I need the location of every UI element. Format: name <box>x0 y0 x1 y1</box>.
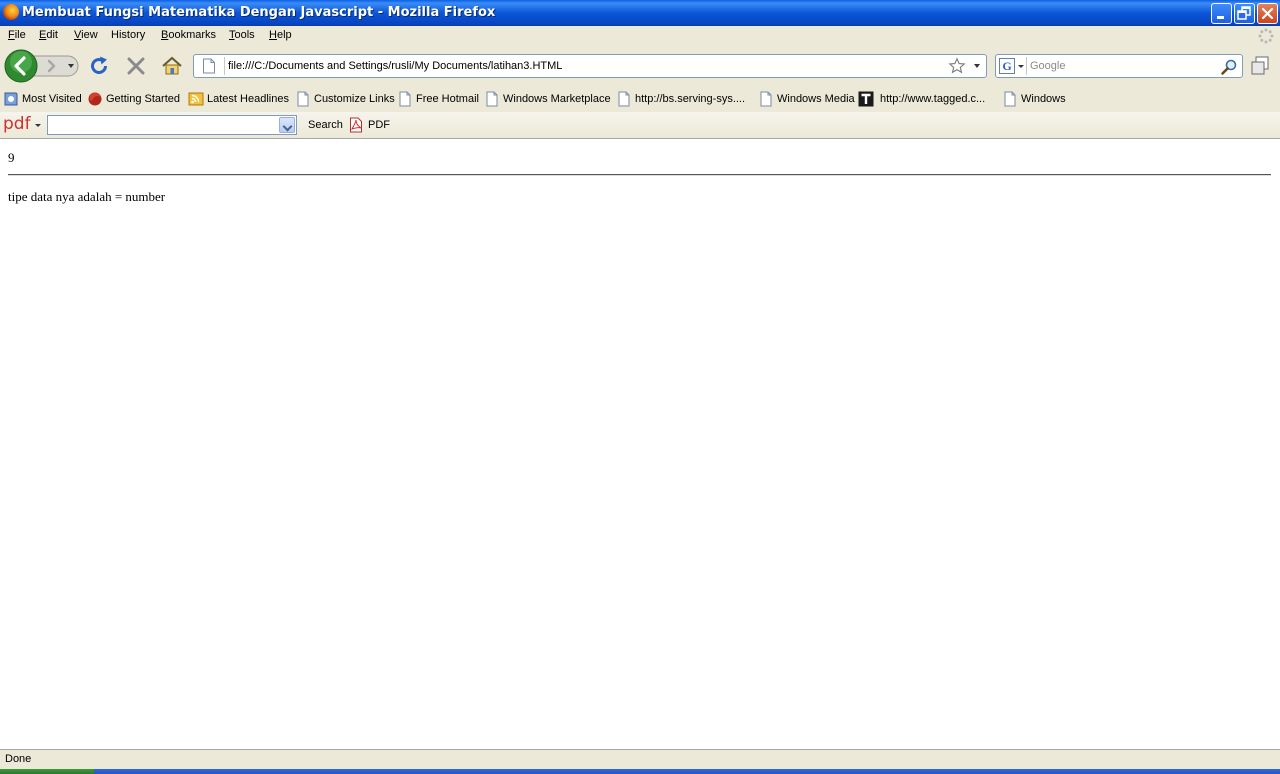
page-content: 9 tipe data nya adalah = number <box>0 139 1280 749</box>
back-button[interactable] <box>4 49 38 83</box>
menu-view[interactable]: View <box>74 29 98 41</box>
pdf-search-input[interactable] <box>51 118 277 132</box>
restore-icon <box>1237 6 1251 20</box>
bookmark-serving-sys[interactable]: http://bs.serving-sys.... <box>616 91 754 107</box>
menu-history-label: istory <box>118 29 146 41</box>
menu-history-first: H <box>111 29 119 41</box>
status-bar: Done <box>0 749 1280 769</box>
combo-dropdown-icon[interactable] <box>279 117 295 133</box>
menu-bookmarks-label: ookmarks <box>168 29 217 41</box>
bookmark-star-icon[interactable] <box>948 57 966 75</box>
taskbar <box>0 769 1280 774</box>
status-text: Done <box>5 753 32 765</box>
pdf-search-button[interactable]: Search <box>308 119 343 131</box>
page-icon <box>297 91 309 107</box>
bookmark-label: http://www.tagged.c... <box>880 93 986 105</box>
url-dropdown-icon[interactable] <box>974 64 980 68</box>
bookmark-label: Customize Links <box>314 93 395 105</box>
engine-dropdown-icon[interactable] <box>1018 65 1024 68</box>
title-bar: Membuat Fungsi Matematika Dengan Javascr… <box>0 0 1280 26</box>
page-icon <box>760 91 772 107</box>
tagged-icon <box>858 91 874 107</box>
menu-history[interactable]: History <box>111 29 145 41</box>
search-separator <box>1026 57 1027 75</box>
start-button[interactable] <box>0 769 94 774</box>
firefox-icon <box>3 4 19 20</box>
rss-icon <box>188 92 204 106</box>
window-title: Membuat Fungsi Matematika Dengan Javascr… <box>22 5 496 20</box>
horizontal-rule <box>8 174 1271 176</box>
menu-edit[interactable]: Edit <box>39 29 58 41</box>
menu-help-mnemonic: H <box>269 29 277 41</box>
close-icon <box>1261 7 1274 20</box>
menu-help[interactable]: Help <box>269 29 292 41</box>
close-button[interactable] <box>1257 3 1278 24</box>
menu-bookmarks[interactable]: Bookmarks <box>161 29 216 41</box>
pdf-menu-dropdown-icon[interactable] <box>35 124 41 127</box>
bookmark-windows-marketplace[interactable]: Windows Marketplace <box>484 91 611 107</box>
bookmark-free-hotmail[interactable]: Free Hotmail <box>397 91 479 107</box>
home-button[interactable] <box>160 54 184 78</box>
menu-file[interactable]: File <box>8 29 26 41</box>
bookmark-getting-started[interactable]: Getting Started <box>87 91 183 107</box>
bookmark-label: Latest Headlines <box>207 93 289 105</box>
menu-tools[interactable]: Tools <box>229 29 255 41</box>
bookmark-label: Windows <box>1021 93 1066 105</box>
minimize-button[interactable] <box>1211 3 1232 24</box>
menu-view-label: iew <box>81 29 98 41</box>
reload-button[interactable] <box>87 54 111 78</box>
bookmark-label: Windows Media <box>777 93 855 105</box>
menu-help-label: elp <box>276 29 292 41</box>
menu-edit-label: dit <box>46 29 58 41</box>
url-input[interactable] <box>228 58 938 74</box>
google-icon[interactable]: G <box>999 58 1015 74</box>
minimize-icon <box>1217 16 1224 19</box>
search-input[interactable] <box>1030 58 1216 74</box>
menu-file-mnemonic: F <box>8 29 15 41</box>
bookmark-label: Free Hotmail <box>416 93 479 105</box>
restore-button[interactable] <box>1234 3 1255 24</box>
firefox-icon <box>88 92 102 106</box>
menu-file-label: ile <box>14 29 26 41</box>
pdf-button-label: PDF <box>368 119 390 131</box>
bookmark-tagged[interactable]: http://www.tagged.c... <box>858 91 998 107</box>
bookmark-label: Windows Marketplace <box>503 93 611 105</box>
bookmark-label: http://bs.serving-sys.... <box>635 93 746 105</box>
bookmark-windows-media[interactable]: Windows Media <box>758 91 855 107</box>
most-visited-icon <box>4 92 18 106</box>
page-icon <box>618 91 630 107</box>
page-icon <box>486 91 498 107</box>
throbber-icon <box>1258 28 1274 44</box>
data-type-text: tipe data nya adalah = number <box>8 189 166 204</box>
page-icon <box>399 91 411 107</box>
bookmark-latest-headlines[interactable]: Latest Headlines <box>188 91 290 107</box>
address-separator <box>224 57 225 75</box>
search-icon[interactable] <box>1220 58 1238 76</box>
bookmark-label: Getting Started <box>106 93 180 105</box>
pdf-file-icon <box>350 117 362 133</box>
page-icon <box>203 58 215 74</box>
menu-bar: File Edit View History Bookmarks Tools H… <box>0 26 1280 46</box>
page-icon <box>1004 91 1016 107</box>
search-bar[interactable]: G <box>995 54 1243 78</box>
bookmarks-toolbar: Most Visited Getting Started Latest Head… <box>0 86 1280 112</box>
pdf-logo[interactable]: pdf <box>3 115 31 133</box>
bookmark-label: Most Visited <box>22 93 82 105</box>
bookmark-windows[interactable]: Windows <box>1002 91 1072 107</box>
pdf-toolbar: pdf Search PDF <box>0 112 1280 139</box>
tabs-list-icon[interactable] <box>1249 55 1271 77</box>
calculation-result: 9 <box>8 150 15 165</box>
stop-button[interactable] <box>124 54 148 78</box>
bookmark-most-visited[interactable]: Most Visited <box>3 91 83 107</box>
menu-tools-label: ools <box>234 29 255 41</box>
back-forward-group <box>4 49 79 83</box>
pdf-search-combo[interactable] <box>47 115 297 135</box>
navigation-toolbar: G <box>0 46 1280 86</box>
address-bar[interactable] <box>193 54 987 78</box>
bookmark-customize-links[interactable]: Customize Links <box>295 91 395 107</box>
